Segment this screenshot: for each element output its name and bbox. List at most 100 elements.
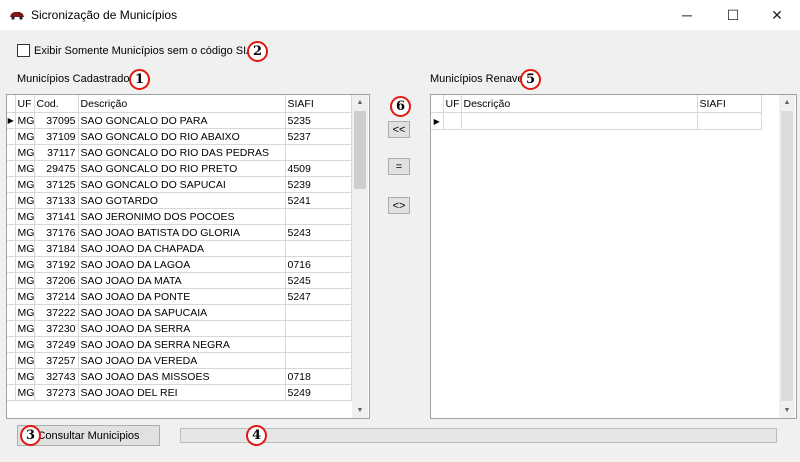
cell-uf: MG bbox=[15, 352, 35, 369]
cell-siafi: 5247 bbox=[285, 288, 352, 305]
col-header-siafi[interactable]: SIAFI bbox=[697, 95, 762, 113]
cell-descricao: SAO GONCALO DO PARA bbox=[78, 112, 286, 129]
left-table: UF Cod. Descrição SIAFI ▶ MG 37095 SAO GONC… bbox=[7, 95, 352, 401]
cell-uf: MG bbox=[15, 112, 35, 129]
filter-checkbox[interactable] bbox=[17, 44, 30, 57]
table-row[interactable]: MG 37192 SAO JOAO DA LAGOA 0716 bbox=[7, 256, 352, 273]
cell-descricao: SAO JOAO DA MATA bbox=[78, 272, 286, 289]
cell-cod: 37133 bbox=[34, 192, 79, 209]
table-row[interactable]: MG 37257 SAO JOAO DA VEREDA bbox=[7, 352, 352, 369]
scroll-up-arrow-icon[interactable]: ▲ bbox=[779, 95, 795, 110]
cell-cod: 37117 bbox=[34, 144, 79, 161]
table-row[interactable]: MG 37184 SAO JOAO DA CHAPADA bbox=[7, 240, 352, 257]
col-header-cod[interactable]: Cod. bbox=[34, 95, 79, 113]
col-header-uf[interactable]: UF bbox=[15, 95, 35, 113]
table-row[interactable]: MG 37206 SAO JOAO DA MATA 5245 bbox=[7, 272, 352, 289]
cell-uf: MG bbox=[15, 368, 35, 385]
row-indicator-cell bbox=[7, 304, 16, 321]
table-row[interactable]: MG 37214 SAO JOAO DA PONTE 5247 bbox=[7, 288, 352, 305]
annotation-badge-1: 1 bbox=[129, 69, 150, 90]
left-table-header: UF Cod. Descrição SIAFI bbox=[7, 95, 352, 113]
scroll-down-arrow-icon[interactable]: ▼ bbox=[779, 403, 795, 418]
left-vertical-scrollbar[interactable]: ▲ ▼ bbox=[352, 95, 368, 418]
annotation-badge-5: 5 bbox=[520, 69, 541, 90]
table-row[interactable]: MG 29475 SAO GONCALO DO RIO PRETO 4509 bbox=[7, 160, 352, 177]
row-indicator-cell bbox=[7, 224, 16, 241]
row-indicator-icon: ▶ bbox=[7, 112, 16, 129]
cell-cod: 37273 bbox=[34, 384, 79, 401]
cell-cod: 37184 bbox=[34, 240, 79, 257]
table-row[interactable]: MG 37273 SAO JOAO DEL REI 5249 bbox=[7, 384, 352, 401]
col-header-descricao[interactable]: Descrição bbox=[78, 95, 286, 113]
annotation-badge-2: 2 bbox=[247, 41, 268, 62]
swap-button[interactable]: <> bbox=[388, 197, 410, 214]
table-row[interactable]: MG 37109 SAO GONCALO DO RIO ABAIXO 5237 bbox=[7, 128, 352, 145]
cell-cod: 37214 bbox=[34, 288, 79, 305]
cell-siafi bbox=[285, 144, 352, 161]
cell-uf: MG bbox=[15, 256, 35, 273]
cell-uf: MG bbox=[15, 304, 35, 321]
scroll-thumb[interactable] bbox=[354, 111, 366, 189]
col-header-uf[interactable]: UF bbox=[443, 95, 462, 113]
table-row[interactable]: MG 37230 SAO JOAO DA SERRA bbox=[7, 320, 352, 337]
table-row[interactable]: ▶ bbox=[431, 112, 762, 130]
car-icon bbox=[10, 12, 24, 20]
row-indicator-cell bbox=[7, 240, 16, 257]
municipios-cadastrados-grid[interactable]: UF Cod. Descrição SIAFI ▶ MG 37095 SAO GONC… bbox=[6, 94, 370, 419]
scroll-thumb[interactable] bbox=[781, 111, 793, 401]
left-panel-label: Municípios Cadastrados bbox=[17, 73, 136, 85]
cell-uf: MG bbox=[15, 192, 35, 209]
cell-uf: MG bbox=[15, 224, 35, 241]
table-row[interactable]: MG 37133 SAO GOTARDO 5241 bbox=[7, 192, 352, 209]
table-row[interactable]: MG 32743 SAO JOAO DAS MISSOES 0718 bbox=[7, 368, 352, 385]
cell-descricao: SAO GONCALO DO RIO DAS PEDRAS bbox=[78, 144, 286, 161]
close-button[interactable]: ✕ bbox=[754, 0, 800, 30]
move-left-button[interactable]: << bbox=[388, 121, 410, 138]
right-table-header: UF Descrição SIAFI bbox=[431, 95, 762, 113]
filter-checkbox-row[interactable]: Exibir Somente Municípios sem o código S… bbox=[17, 44, 263, 57]
annotation-badge-6: 6 bbox=[390, 96, 411, 117]
scroll-up-arrow-icon[interactable]: ▲ bbox=[352, 95, 368, 110]
cell-cod: 37176 bbox=[34, 224, 79, 241]
municipios-renave-grid[interactable]: UF Descrição SIAFI ▶ ▲ ▼ bbox=[430, 94, 797, 419]
cell-uf: MG bbox=[15, 320, 35, 337]
minimize-button[interactable]: ─ bbox=[664, 0, 710, 30]
table-row[interactable]: MG 37141 SAO JERONIMO DOS POCOES bbox=[7, 208, 352, 225]
equal-button[interactable]: = bbox=[388, 158, 410, 175]
table-row[interactable]: MG 37176 SAO JOAO BATISTA DO GLORIA 5243 bbox=[7, 224, 352, 241]
cell-siafi: 5237 bbox=[285, 128, 352, 145]
cell-descricao: SAO JOAO DA CHAPADA bbox=[78, 240, 286, 257]
cell-uf: MG bbox=[15, 208, 35, 225]
table-row[interactable]: MG 37125 SAO GONCALO DO SAPUCAI 5239 bbox=[7, 176, 352, 193]
right-vertical-scrollbar[interactable]: ▲ ▼ bbox=[779, 95, 795, 418]
cell-uf: MG bbox=[15, 288, 35, 305]
scroll-down-arrow-icon[interactable]: ▼ bbox=[352, 403, 368, 418]
row-indicator-cell bbox=[7, 256, 16, 273]
table-row[interactable]: MG 37222 SAO JOAO DA SAPUCAIA bbox=[7, 304, 352, 321]
table-row[interactable]: ▶ MG 37095 SAO GONCALO DO PARA 5235 bbox=[7, 112, 352, 129]
row-indicator-cell bbox=[7, 352, 16, 369]
cell-siafi: 0718 bbox=[285, 368, 352, 385]
cell-descricao: SAO JOAO DA PONTE bbox=[78, 288, 286, 305]
cell-siafi: 5245 bbox=[285, 272, 352, 289]
table-row[interactable]: MG 37117 SAO GONCALO DO RIO DAS PEDRAS bbox=[7, 144, 352, 161]
cell-uf: MG bbox=[15, 160, 35, 177]
cell-descricao: SAO JOAO DA SERRA bbox=[78, 320, 286, 337]
cell-descricao: SAO GONCALO DO RIO ABAIXO bbox=[78, 128, 286, 145]
cell-siafi: 5239 bbox=[285, 176, 352, 193]
filter-checkbox-label: Exibir Somente Municípios sem o código S… bbox=[34, 44, 264, 57]
cell-siafi: 5241 bbox=[285, 192, 352, 209]
cell-uf: MG bbox=[15, 384, 35, 401]
col-header-descricao[interactable]: Descrição bbox=[461, 95, 698, 113]
cell-siafi bbox=[285, 336, 352, 353]
table-row[interactable]: MG 37249 SAO JOAO DA SERRA NEGRA bbox=[7, 336, 352, 353]
progress-bar bbox=[180, 428, 777, 443]
cell-descricao: SAO JOAO DA SAPUCAIA bbox=[78, 304, 286, 321]
row-indicator-cell bbox=[7, 208, 16, 225]
maximize-button[interactable]: ☐ bbox=[710, 0, 756, 30]
col-header-siafi[interactable]: SIAFI bbox=[285, 95, 352, 113]
cell-siafi: 5243 bbox=[285, 224, 352, 241]
annotation-badge-3: 3 bbox=[20, 425, 41, 446]
right-panel-label: Municípios Renave bbox=[430, 73, 524, 85]
cell-siafi bbox=[285, 208, 352, 225]
